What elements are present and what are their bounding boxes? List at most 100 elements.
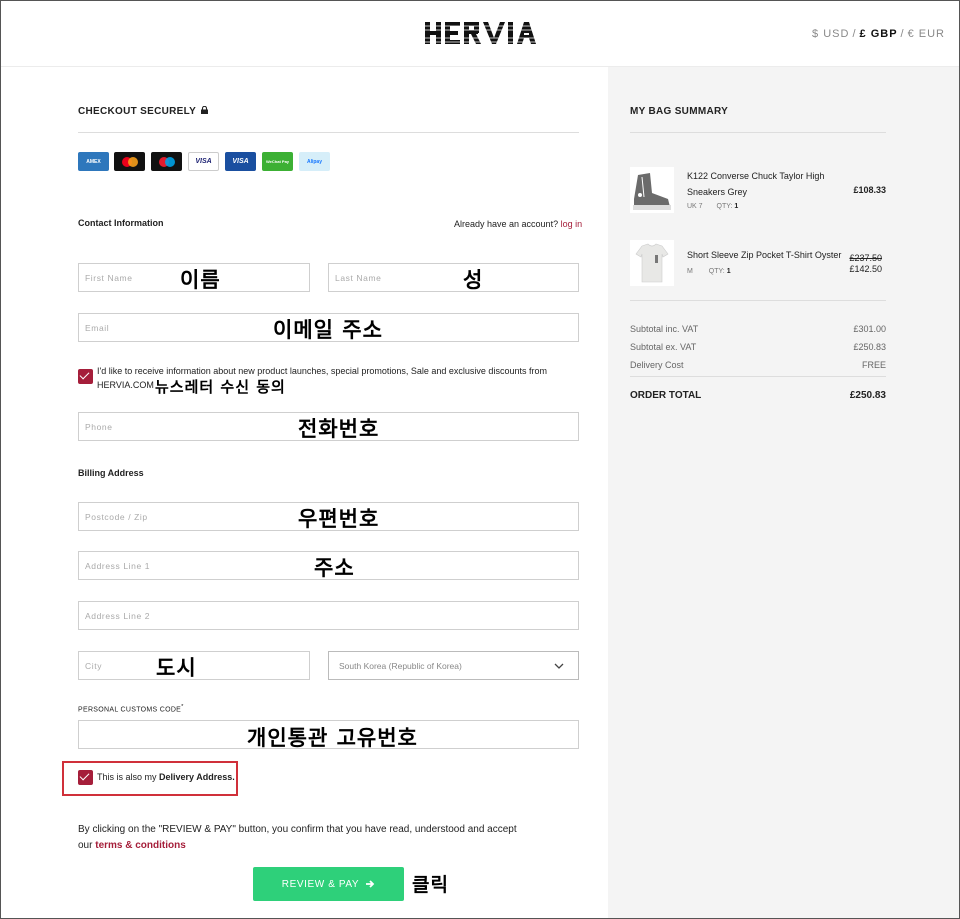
subtotal-inc-value: £301.00 — [853, 324, 886, 334]
item-2-size: M — [687, 268, 693, 275]
checkout-divider — [78, 132, 579, 133]
delivery-cost-value: FREE — [861, 360, 886, 370]
item-1-qty-label: QTY: — [716, 203, 733, 210]
annotation-postcode: 우편번호 — [298, 507, 380, 531]
currency-separator: / — [852, 28, 857, 40]
order-total-value: £250.83 — [849, 390, 886, 401]
maestro-icon — [151, 152, 182, 171]
checkout-title-text: CHECKOUT SECURELY — [78, 106, 196, 117]
item-2-price: £142.50 — [849, 264, 882, 274]
alipay-label: Alipay — [306, 158, 322, 165]
annotation-phone: 전화번호 — [298, 417, 380, 441]
address-line2-placeholder: Address Line 2 — [85, 611, 151, 621]
billing-title: Billing Address — [78, 468, 144, 478]
item-1-name[interactable]: K122 Converse Chuck Taylor High Sneakers… — [687, 168, 824, 200]
delivery-address-label: This is also my Delivery Address. — [97, 772, 235, 782]
visa-electron-icon: VISA — [225, 152, 256, 171]
currency-switcher: $ USD / £ GBP / € EUR — [812, 28, 945, 40]
amex-label: AMEX — [86, 158, 101, 165]
mastercard-icon — [114, 152, 145, 171]
product-image-tshirt[interactable] — [630, 240, 674, 286]
delivery-address-checkbox[interactable] — [78, 770, 93, 785]
delivery-cost-label: Delivery Cost — [630, 360, 684, 370]
terms-text-line2: our — [78, 840, 96, 851]
currency-eur[interactable]: € EUR — [908, 28, 945, 40]
contact-info-title: Contact Information — [78, 218, 164, 228]
first-name-placeholder: First Name — [85, 273, 133, 283]
review-pay-button[interactable]: REVIEW & PAY — [253, 867, 404, 901]
customs-code-label: PERSONAL CUSTOMS CODE* — [78, 704, 184, 713]
delivery-text-plain: This is also my — [97, 772, 160, 782]
country-select-value: South Korea (Republic of Korea) — [339, 661, 462, 671]
postcode-placeholder: Postcode / Zip — [85, 512, 148, 522]
currency-gbp[interactable]: £ GBP — [860, 28, 898, 40]
wechat-pay-icon: WeChat Pay — [262, 152, 293, 171]
site-header: $ USD / £ GBP / € EUR — [1, 1, 959, 67]
city-placeholder: City — [85, 661, 103, 671]
login-link[interactable]: log in — [561, 219, 583, 229]
item-2-meta: M QTY: 1 — [687, 268, 731, 275]
item-2-qty: 1 — [726, 268, 731, 275]
amex-icon: AMEX — [78, 152, 109, 171]
annotation-first-name: 이름 — [180, 268, 221, 292]
terms-text-line1: By clicking on the "REVIEW & PAY" button… — [78, 824, 517, 835]
review-pay-label: REVIEW & PAY — [281, 878, 360, 890]
item-2-name[interactable]: Short Sleeve Zip Pocket T-Shirt Oyster — [687, 250, 841, 260]
required-asterisk: * — [181, 704, 184, 710]
chevron-down-icon — [554, 663, 564, 669]
delivery-cost-row: Delivery Cost FREE — [630, 360, 886, 370]
item-2-old-price: £237.50 — [849, 253, 882, 263]
item-1-meta: UK 7 QTY: 1 — [687, 203, 738, 210]
last-name-field[interactable]: Last Name — [328, 263, 579, 292]
address-line1-placeholder: Address Line 1 — [85, 561, 151, 571]
bag-summary-title: MY BAG SUMMARY — [630, 106, 729, 117]
tshirt-image — [635, 243, 669, 283]
subtotal-ex-label: Subtotal ex. VAT — [630, 342, 697, 352]
subtotal-ex-row: Subtotal ex. VAT £250.83 — [630, 342, 886, 352]
annotation-last-name: 성 — [463, 268, 484, 292]
lock-icon — [201, 105, 208, 114]
last-name-placeholder: Last Name — [335, 273, 382, 283]
visa-icon: VISA — [188, 152, 219, 171]
terms-link[interactable]: terms & conditions — [95, 840, 186, 851]
hervia-logo[interactable] — [423, 19, 537, 47]
bag-divider-top — [630, 132, 886, 133]
mastercard-circles — [121, 156, 138, 167]
customs-code-label-text: PERSONAL CUSTOMS CODE — [78, 706, 182, 714]
bag-divider-total — [630, 376, 886, 377]
item-1-name-line1: K122 Converse Chuck Taylor High — [687, 171, 825, 181]
newsletter-checkbox[interactable] — [78, 369, 93, 384]
order-total-label: ORDER TOTAL — [630, 390, 702, 401]
item-1-price: £108.33 — [853, 185, 886, 195]
currency-usd[interactable]: $ USD — [812, 28, 849, 40]
order-total-row: ORDER TOTAL £250.83 — [630, 390, 886, 401]
currency-separator: / — [900, 28, 905, 40]
bag-divider-mid — [630, 300, 886, 301]
product-image-sneaker[interactable] — [630, 167, 674, 213]
account-prompt-text: Already have an account? — [454, 219, 559, 229]
address-line2-field[interactable]: Address Line 2 — [78, 601, 579, 630]
wechat-pay-label: WeChat Pay — [265, 159, 290, 164]
subtotal-inc-row: Subtotal inc. VAT £301.00 — [630, 324, 886, 334]
alipay-icon: Alipay — [299, 152, 330, 171]
annotation-customs: 개인통관 고유번호 — [247, 726, 418, 750]
item-1-qty: 1 — [734, 203, 739, 210]
account-prompt: Already have an account? log in — [454, 219, 582, 229]
sneaker-image — [633, 173, 671, 210]
visa-label: VISA — [195, 158, 212, 165]
item-1-size: UK 7 — [687, 203, 703, 210]
item-1-name-line2: Sneakers Grey — [687, 187, 748, 197]
maestro-circles — [158, 156, 175, 167]
phone-placeholder: Phone — [85, 422, 113, 432]
email-placeholder: Email — [85, 323, 110, 333]
annotation-email: 이메일 주소 — [273, 318, 383, 342]
country-select[interactable]: South Korea (Republic of Korea) — [328, 651, 579, 680]
annotation-city: 도시 — [156, 656, 197, 680]
annotation-click: 클릭 — [412, 874, 449, 896]
terms-notice: By clicking on the "REVIEW & PAY" button… — [78, 822, 517, 854]
item-2-qty-label: QTY: — [708, 268, 725, 275]
delivery-text-bold: Delivery Address. — [159, 772, 235, 782]
annotation-newsletter: 뉴스레터 수신 동의 — [155, 378, 286, 396]
checkout-title: CHECKOUT SECURELY — [78, 105, 208, 117]
subtotal-ex-value: £250.83 — [853, 342, 886, 352]
